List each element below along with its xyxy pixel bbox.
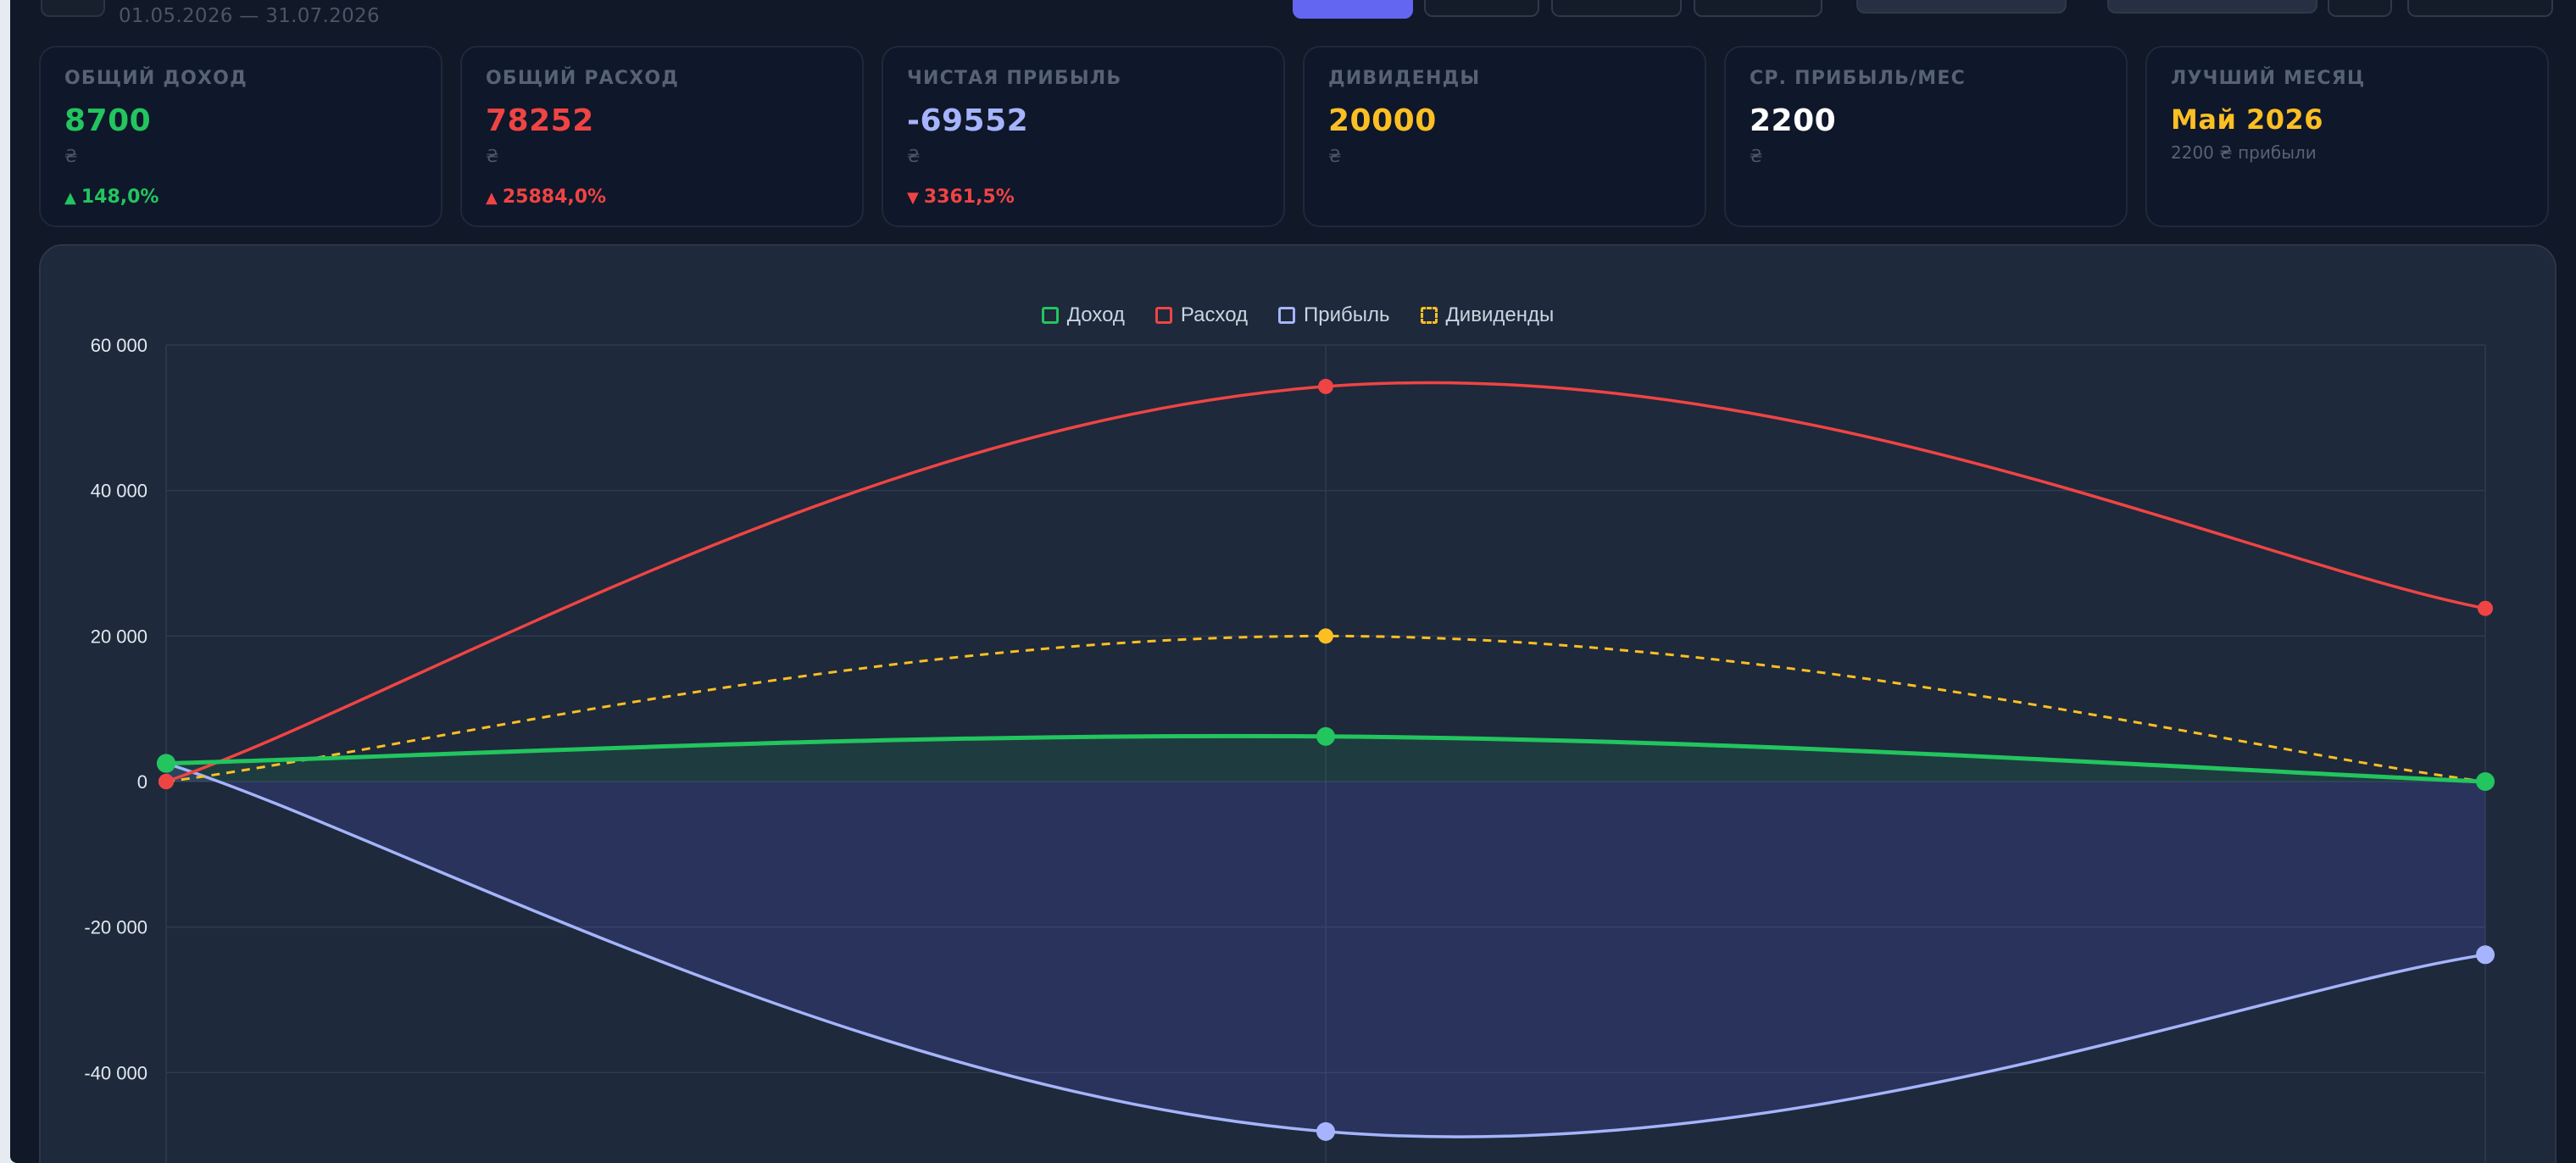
data-point (1316, 1121, 1335, 1141)
kpi-label: СР. ПРИБЫЛЬ/МЕС (1750, 68, 1966, 89)
legend-swatch (1154, 307, 1172, 324)
y-tick-label: 40 000 (91, 481, 147, 502)
kpi-card-dividends: ДИВИДЕНДЫ 20000 ₴ (1303, 46, 1706, 227)
legend-item[interactable]: Доход (1041, 303, 1125, 327)
date-to-input[interactable] (2107, 0, 2317, 14)
y-tick-label: 20 000 (91, 626, 147, 647)
kpi-change: ▲ 148,0% (64, 186, 159, 208)
kpi-change-value: 25884,0% (502, 186, 607, 208)
legend-label: Расход (1180, 303, 1249, 326)
profit-chart-card: 60 000 40 000 20 000 0 -20 000 -40 000 Доход Р… (39, 244, 2557, 1163)
y-tick-label: -20 000 (84, 917, 147, 938)
kpi-card-total-expense: ОБЩИЙ РАСХОД 78252 ₴ ▲ 25884,0% (460, 46, 864, 227)
data-point (1318, 378, 1333, 394)
data-point (1318, 628, 1333, 644)
legend-label: Дивиденды (1445, 303, 1555, 326)
kpi-label: ОБЩИЙ РАСХОД (486, 68, 680, 89)
data-point (159, 774, 174, 789)
kpi-label: ОБЩИЙ ДОХОД (64, 68, 248, 89)
kpi-change: ▲ 25884,0% (486, 186, 606, 208)
back-button[interactable] (41, 0, 105, 17)
kpi-card-net-profit: ЧИСТАЯ ПРИБЫЛЬ -69552 ₴ ▼ 3361,5% (882, 46, 1285, 227)
legend-item[interactable]: Прибыль (1278, 303, 1390, 327)
apply-button[interactable] (2328, 0, 2392, 17)
trend-up-icon: ▲ (486, 189, 498, 207)
legend-swatch (1278, 307, 1296, 324)
kpi-value: 78252 (486, 103, 594, 138)
kpi-change-value: 148,0% (81, 186, 159, 208)
dashboard-window: 01.05.2026 — 31.07.2026 ОБЩИЙ ДОХОД 8700… (10, 0, 2576, 1163)
y-tick-label: 60 000 (91, 335, 147, 356)
chart-legend: Доход Расход Прибыль Дивиденды (41, 300, 2555, 331)
y-tick-label: -40 000 (84, 1062, 147, 1083)
period-button[interactable] (1694, 0, 1822, 17)
trend-down-icon: ▼ (907, 189, 919, 207)
legend-swatch (1420, 307, 1438, 324)
series-area-Прибыль (166, 763, 2485, 1138)
period-button[interactable] (1424, 0, 1539, 17)
kpi-card-best-month: ЛУЧШИЙ МЕСЯЦ Май 2026 2200 ₴ прибыли (2145, 46, 2549, 227)
kpi-label: ЛУЧШИЙ МЕСЯЦ (2171, 68, 2366, 89)
legend-label: Прибыль (1304, 303, 1390, 326)
kpi-unit: ₴ (64, 146, 78, 166)
kpi-unit: ₴ (907, 146, 921, 166)
kpi-label: ЧИСТАЯ ПРИБЫЛЬ (907, 68, 1122, 89)
kpi-value: 8700 (64, 103, 152, 138)
kpi-card-total-income: ОБЩИЙ ДОХОД 8700 ₴ ▲ 148,0% (39, 46, 442, 227)
data-point (2476, 772, 2495, 791)
data-point (2476, 945, 2495, 965)
legend-label: Доход (1066, 303, 1125, 326)
kpi-value: Май 2026 (2171, 103, 2324, 136)
top-toolbar: 01.05.2026 — 31.07.2026 (10, 0, 2576, 27)
data-point (157, 754, 175, 773)
kpi-cards: ОБЩИЙ ДОХОД 8700 ₴ ▲ 148,0% ОБЩИЙ РАСХОД … (39, 46, 2557, 229)
legend-swatch (1041, 307, 1059, 324)
kpi-label: ДИВИДЕНДЫ (1328, 68, 1481, 89)
kpi-value: -69552 (907, 103, 1029, 138)
legend-item[interactable]: Дивиденды (1420, 303, 1555, 327)
export-button[interactable] (2407, 0, 2553, 17)
kpi-change: ▼ 3361,5% (907, 186, 1015, 208)
kpi-value: 2200 (1750, 103, 1837, 138)
data-point (1316, 726, 1335, 746)
date-range-label: 01.05.2026 — 31.07.2026 (119, 5, 380, 27)
y-tick-label: 0 (137, 771, 147, 793)
kpi-value: 20000 (1328, 103, 1437, 138)
date-from-input[interactable] (1856, 0, 2067, 14)
kpi-unit: ₴ (1750, 146, 1763, 166)
data-point (2478, 600, 2493, 616)
kpi-unit: ₴ (1328, 146, 1342, 166)
kpi-subtext: 2200 ₴ прибыли (2171, 142, 2317, 163)
kpi-change-value: 3361,5% (923, 186, 1015, 208)
kpi-unit: ₴ (486, 146, 499, 166)
trend-up-icon: ▲ (64, 189, 76, 207)
period-button[interactable] (1551, 0, 1682, 17)
period-button-active[interactable] (1293, 0, 1413, 19)
kpi-card-avg-profit: СР. ПРИБЫЛЬ/МЕС 2200 ₴ (1724, 46, 2128, 227)
legend-item[interactable]: Расход (1154, 303, 1249, 327)
line-chart: 60 000 40 000 20 000 0 -20 000 -40 000 (84, 335, 2495, 1163)
